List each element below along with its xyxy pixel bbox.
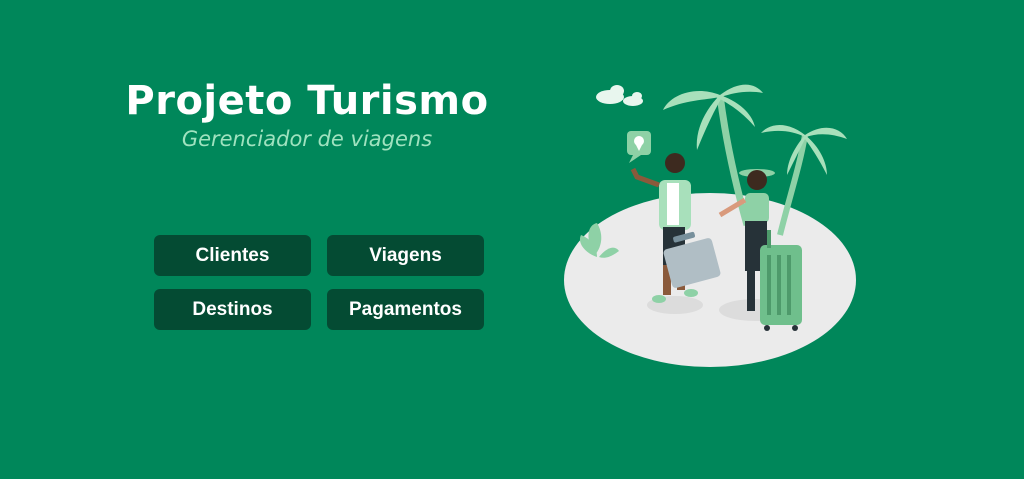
island-shape [564, 193, 856, 367]
page-subtitle: Gerenciador de viagens [181, 127, 433, 151]
viagens-button[interactable]: Viagens [327, 235, 484, 276]
destinos-button[interactable]: Destinos [154, 289, 311, 330]
page-title: Projeto Turismo [125, 78, 489, 124]
location-pin-icon [627, 131, 651, 163]
cloud-icon [596, 85, 643, 106]
pagamentos-button[interactable]: Pagamentos [327, 289, 484, 330]
clientes-button[interactable]: Clientes [154, 235, 311, 276]
rolling-suitcase-icon [760, 230, 802, 331]
travel-illustration [564, 84, 856, 367]
